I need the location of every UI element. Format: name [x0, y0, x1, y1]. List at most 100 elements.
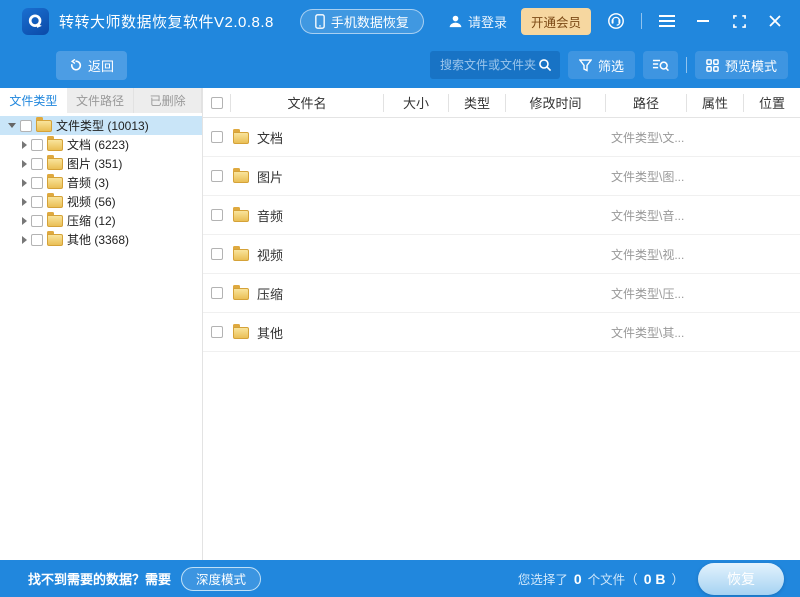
column-header-type[interactable]: 类型: [449, 94, 506, 112]
row-path: 文件类型\图...: [606, 157, 687, 195]
row-checkbox[interactable]: [211, 248, 223, 260]
column-header-modified[interactable]: 修改时间: [506, 94, 606, 112]
deep-mode-button[interactable]: 深度模式: [181, 567, 261, 591]
column-header-size[interactable]: 大小: [384, 94, 449, 112]
toolbar: 返回 筛选: [0, 42, 800, 88]
row-checkbox[interactable]: [211, 209, 223, 221]
column-header-filename[interactable]: 文件名: [231, 94, 384, 112]
table-row[interactable]: 压缩 文件类型\压...: [203, 274, 800, 313]
selection-unit: 个文件（: [588, 569, 638, 588]
column-header-attr[interactable]: 属性: [687, 94, 744, 112]
login-button[interactable]: 请登录: [448, 12, 507, 31]
column-header-location[interactable]: 位置: [744, 94, 800, 112]
phone-recovery-label: 手机数据恢复: [331, 12, 409, 31]
tab-file-type[interactable]: 文件类型: [0, 88, 67, 113]
undo-arrow-icon: [69, 59, 82, 72]
phone-icon: [315, 14, 325, 29]
selection-size: 0 B: [642, 571, 668, 587]
folder-icon: [47, 196, 63, 208]
folder-icon: [233, 288, 249, 300]
caret-right-icon[interactable]: [22, 179, 27, 187]
row-filename: 音频: [257, 206, 283, 225]
tab-deleted[interactable]: 已删除: [134, 88, 202, 113]
back-button[interactable]: 返回: [56, 51, 127, 80]
folder-icon: [47, 177, 63, 189]
row-path: 文件类型\文...: [606, 118, 687, 156]
row-path: 文件类型\其...: [606, 313, 687, 351]
folder-icon: [47, 215, 63, 227]
row-checkbox[interactable]: [211, 170, 223, 182]
vip-upgrade-button[interactable]: 开通会员: [521, 8, 591, 35]
tree-item-images[interactable]: 图片 (351): [0, 154, 202, 173]
row-filename: 文档: [257, 128, 283, 147]
customer-service-icon[interactable]: [605, 10, 627, 32]
tree-item-video[interactable]: 视频 (56): [0, 192, 202, 211]
close-button[interactable]: [764, 10, 786, 32]
row-checkbox[interactable]: [211, 131, 223, 143]
column-header-path[interactable]: 路径: [606, 94, 687, 112]
tree-item-checkbox[interactable]: [31, 215, 43, 227]
funnel-icon: [579, 59, 592, 72]
select-all-cell: [203, 94, 231, 112]
tree-item-audio[interactable]: 音频 (3): [0, 173, 202, 192]
phone-recovery-button[interactable]: 手机数据恢复: [300, 9, 424, 34]
row-checkbox[interactable]: [211, 287, 223, 299]
tree-item-checkbox[interactable]: [31, 158, 43, 170]
folder-icon: [233, 249, 249, 261]
select-all-checkbox[interactable]: [211, 97, 223, 109]
content-area: 文件类型 文件路径 已删除 文件类型 (10013) 文档 (6223) 图: [0, 88, 800, 560]
tree-item-label: 压缩 (12): [67, 212, 116, 229]
tree-item-checkbox[interactable]: [31, 196, 43, 208]
tree-item-label: 其他 (3368): [67, 231, 129, 248]
tree-root-checkbox[interactable]: [20, 120, 32, 132]
caret-right-icon[interactable]: [22, 236, 27, 244]
search-icon[interactable]: [538, 58, 552, 72]
tree-item-checkbox[interactable]: [31, 139, 43, 151]
caret-down-icon[interactable]: [8, 123, 16, 128]
row-path: 文件类型\压...: [606, 274, 687, 312]
table-empty-area: [203, 352, 800, 560]
caret-right-icon[interactable]: [22, 217, 27, 225]
selection-count: 0: [572, 571, 584, 587]
preview-mode-button[interactable]: 预览模式: [695, 51, 788, 79]
tree-item-checkbox[interactable]: [31, 234, 43, 246]
row-checkbox[interactable]: [211, 326, 223, 338]
minimize-button[interactable]: [692, 10, 714, 32]
tree-root-item[interactable]: 文件类型 (10013): [0, 116, 202, 135]
recover-button[interactable]: 恢复: [698, 563, 784, 595]
table-row[interactable]: 其他 文件类型\其...: [203, 313, 800, 352]
caret-right-icon[interactable]: [22, 160, 27, 168]
preview-mode-label: 预览模式: [725, 56, 777, 75]
tab-file-path[interactable]: 文件路径: [67, 88, 135, 113]
maximize-button[interactable]: [728, 10, 750, 32]
row-path: 文件类型\视...: [606, 235, 687, 273]
file-type-tree: 文件类型 (10013) 文档 (6223) 图片 (351) 音频 (3): [0, 113, 202, 249]
toolbar-divider: [686, 57, 687, 73]
list-search-button[interactable]: [643, 51, 678, 79]
menu-icon[interactable]: [656, 10, 678, 32]
caret-right-icon[interactable]: [22, 141, 27, 149]
selection-close: ）: [671, 569, 684, 588]
table-row[interactable]: 图片 文件类型\图...: [203, 157, 800, 196]
app-title: 转转大师数据恢复软件V2.0.8.8: [59, 11, 274, 32]
caret-right-icon[interactable]: [22, 198, 27, 206]
table-row[interactable]: 视频 文件类型\视...: [203, 235, 800, 274]
table-row[interactable]: 音频 文件类型\音...: [203, 196, 800, 235]
tree-item-checkbox[interactable]: [31, 177, 43, 189]
search-input[interactable]: [440, 58, 538, 72]
deep-mode-hint: 找不到需要的数据？需要: [28, 569, 171, 588]
back-label: 返回: [88, 56, 114, 75]
grid-icon: [706, 59, 719, 72]
filter-button[interactable]: 筛选: [568, 51, 635, 79]
table-row[interactable]: 文档 文件类型\文...: [203, 118, 800, 157]
tree-item-other[interactable]: 其他 (3368): [0, 230, 202, 249]
user-icon: [448, 14, 463, 29]
tree-item-archive[interactable]: 压缩 (12): [0, 211, 202, 230]
folder-icon: [36, 120, 52, 132]
tree-item-documents[interactable]: 文档 (6223): [0, 135, 202, 154]
titlebar-divider: [641, 13, 642, 29]
sidebar-tabs: 文件类型 文件路径 已删除: [0, 88, 202, 113]
selection-prefix: 您选择了: [518, 569, 568, 588]
folder-icon: [47, 234, 63, 246]
tree-item-label: 图片 (351): [67, 155, 122, 172]
